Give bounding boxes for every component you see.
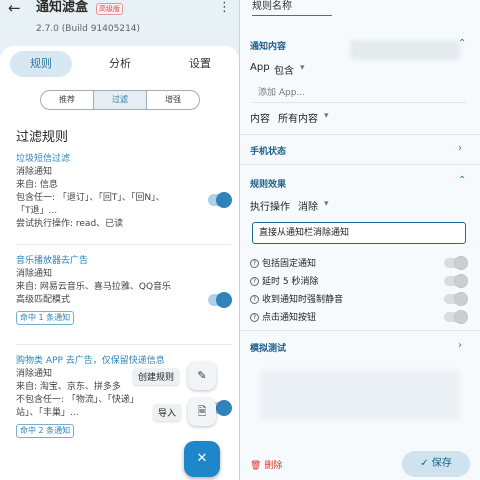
rule-divider [16,344,231,345]
blurred-background [260,370,460,420]
phone-state-header[interactable]: 手机状态 [250,144,286,157]
option-label: 收到通知时强制静音 [262,295,344,305]
pencil-icon[interactable]: ✎ [188,362,216,390]
option-switch[interactable] [444,274,468,288]
rule-title: 垃圾短信过滤 [16,154,71,164]
tab-analysis[interactable]: 分析 [90,51,150,77]
file-icon[interactable]: 🗎 [188,398,216,426]
rule-line: 高级匹配模式 [16,295,71,305]
option-switch[interactable] [444,310,468,324]
simulation-header[interactable]: 模拟测试 [250,341,286,354]
rule-line: 尝试执行操作: read、已读 [16,219,124,229]
trash-icon: 🗑 [250,461,262,471]
main-tabs: 规则 分析 设置 [10,51,235,79]
delete-button[interactable]: 🗑 删除 [250,458,282,471]
action-label: 执行操作 [250,202,290,213]
help-icon[interactable]: ? [250,313,259,322]
action-description-field[interactable]: 直接从通知栏消除通知 [252,222,466,244]
rule-line: 消除通知 [16,167,53,177]
option-row: ? 延时 5 秒消除 [250,274,318,287]
chevron-down-icon[interactable]: ▾ [324,111,329,121]
option-row: ? 点击通知按钮 [250,310,316,323]
option-label: 点击通知按钮 [262,313,317,323]
option-label: 包括固定通知 [262,259,317,269]
tab-rules[interactable]: 规则 [10,51,72,77]
rule-divider [16,244,231,245]
section-divider [240,330,480,331]
content-dropdown[interactable]: 所有内容 [278,110,318,125]
section-title: 过滤规则 [16,130,69,145]
arrow-left-icon[interactable]: ← [8,0,26,16]
rule-item[interactable]: 垃圾短信过滤 消除通知 来自: 信息 包含任一: 「退订」、「回T」、「回N」、… [16,152,231,231]
option-switch[interactable] [444,256,468,270]
rule-toggle[interactable] [208,292,232,308]
tab-settings[interactable]: 设置 [170,51,230,77]
app-mode-dropdown[interactable]: 包含 [274,62,294,77]
rule-item[interactable]: 音乐播放器去广告 消除通知 来自: 网易云音乐、喜马拉雅、QQ音乐 高级匹配模式… [16,254,231,325]
chevron-right-icon[interactable]: › [458,143,462,154]
rules-pane: ← 通知滤盒 高级版 ⋮ 2.7.0 (Build 91405214) 规则 分… [0,0,239,480]
hit-count-chip: 命中 2 条通知 [16,424,75,438]
rule-line: 「T退」... [16,206,58,216]
option-row: ? 包括固定通知 [250,256,316,269]
more-vert-icon[interactable]: ⋮ [218,1,231,15]
app-label: App [250,62,270,73]
chevron-up-icon[interactable]: ⌃ [458,38,466,49]
rule-line: 来自: 信息 [16,180,58,190]
segment-filter[interactable]: 过滤 [94,91,147,109]
option-label: 延时 5 秒消除 [262,277,319,287]
section-divider [240,164,480,165]
check-icon: ✓ [420,458,429,469]
rule-line: 消除通知 [16,269,53,279]
save-label: 保存 [431,458,452,469]
filter-category-segmented: 推荐 过滤 增强 [40,90,200,110]
content-label: 内容 [250,114,270,125]
action-dropdown[interactable]: 消除 [298,198,318,213]
chevron-right-icon[interactable]: › [458,340,462,351]
chevron-down-icon[interactable]: ▾ [324,199,329,209]
save-button[interactable]: ✓ 保存 [402,451,470,477]
section-divider [240,134,480,135]
premium-badge: 高级版 [96,3,123,15]
help-icon[interactable]: ? [250,259,259,268]
rule-line: 来自: 网易云音乐、喜马拉雅、QQ音乐 [16,282,172,292]
help-icon[interactable]: ? [250,277,259,286]
version-text: 2.7.0 (Build 91405214) [36,24,141,34]
option-switch[interactable] [444,292,468,306]
rule-name-input[interactable]: 规则名称 [252,0,332,16]
blurred-background [350,40,460,60]
app-title: 通知滤盒 [36,0,89,15]
segment-enhance[interactable]: 增强 [147,91,199,109]
hit-count-chip: 命中 1 条通知 [16,311,75,325]
import-label[interactable]: 导入 [153,404,182,421]
option-row: ? 收到通知时强制静音 [250,292,343,305]
chevron-down-icon[interactable]: ▾ [300,63,305,73]
delete-label: 删除 [264,461,283,471]
help-icon[interactable]: ? [250,295,259,304]
close-icon[interactable]: ✕ [184,441,220,477]
add-app-input[interactable]: 添加 App... [258,85,305,98]
segment-recommended[interactable]: 推荐 [41,91,94,109]
rule-title: 音乐播放器去广告 [16,256,89,266]
chevron-up-icon[interactable]: ⌃ [458,175,466,186]
rule-toggle[interactable] [208,192,232,208]
rule-effect-header[interactable]: 规则效果 [250,177,286,190]
rule-editor-pane: 规则名称 通知内容 ⌃ App 包含 ▾ 添加 App... 内容 所有内容 ▾… [240,0,480,480]
create-rule-label[interactable]: 创建规则 [133,368,180,385]
input-underline [252,102,466,103]
rule-line: 包含任一: 「退订」、「回T」、「回N」、 [16,193,165,203]
notification-content-header[interactable]: 通知内容 [250,39,286,52]
